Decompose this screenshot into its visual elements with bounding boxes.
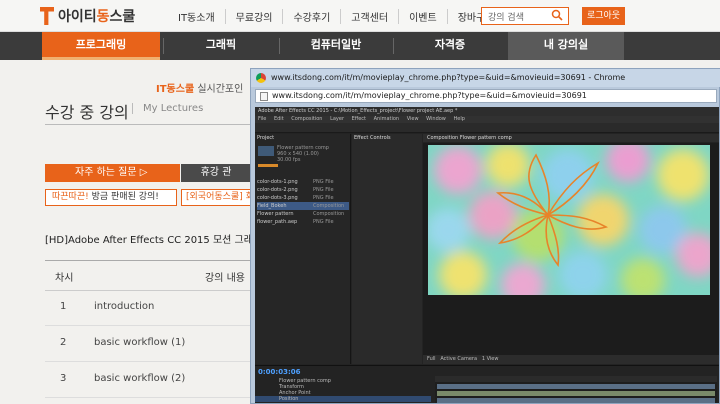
ae-project-item: Flower pattern Composition — [257, 211, 345, 217]
ae-menu-item: File — [258, 116, 267, 122]
ae-project-item: color-dots-1.png PNG File — [257, 179, 334, 185]
ae-menu-item: Edit — [273, 116, 284, 122]
ae-composition-viewer — [423, 143, 719, 355]
ae-project-list: color-dots-1.png PNG File color-dots-2.pn… — [257, 178, 349, 226]
window-title: www.itsdong.com/it/m/movieplay_chrome.ph… — [271, 73, 626, 82]
ae-composition-tab: Composition Flower pattern comp — [423, 134, 719, 142]
ae-timecode: 0:00:03:06 — [258, 368, 301, 376]
category-nav: 프로그래밍 그래픽 컴퓨터일반 자격증 내 강의실 — [0, 32, 720, 60]
page-subtitle: My Lectures — [132, 103, 203, 114]
top-menu-about[interactable]: IT동소개 — [168, 9, 225, 24]
category-graphic[interactable]: 그래픽 — [164, 32, 278, 60]
ae-effects-panel: Effect Controls — [352, 134, 422, 364]
ae-menubar: File Edit Composition Layer Effect Anima… — [255, 116, 719, 123]
ae-track-bar — [437, 398, 715, 403]
table-top-rule — [45, 260, 255, 261]
ae-project-item: flower_path.aep PNG File — [257, 219, 334, 225]
ae-effects-tab: Effect Controls — [354, 135, 391, 141]
video-frame[interactable]: Adobe After Effects CC 2015 - C:\Motion_… — [255, 107, 719, 403]
ae-viewer-controls: Full Active Camera 1 View — [423, 355, 719, 364]
column-header-content: 강의 내용 — [205, 273, 245, 284]
ae-timeline-tracks — [435, 376, 717, 403]
window-titlebar[interactable]: www.itsdong.com/it/m/movieplay_chrome.ph… — [251, 69, 720, 87]
ae-project-thumbnail — [258, 146, 274, 156]
ae-menu-item: View — [406, 116, 419, 122]
top-menu: IT동소개 무료강의 수강후기 고객센터 이벤트 장바구니 — [168, 9, 505, 24]
ae-toolbar — [255, 123, 719, 133]
lesson-number: 3 — [60, 373, 67, 384]
address-bar[interactable]: www.itsdong.com/it/m/movieplay_chrome.ph… — [255, 89, 717, 103]
logo-icon — [40, 7, 54, 25]
faq-button[interactable]: 자주 하는 질문 ▷ — [45, 164, 180, 182]
site-header: 아이티동스쿨 IT동소개 무료강의 수강후기 고객센터 이벤트 장바구니 강의 … — [0, 0, 720, 32]
ae-layer-list: Flower pattern comp Transform Anchor Poi… — [255, 378, 431, 402]
column-header-num: 차시 — [55, 273, 74, 284]
suspend-button[interactable]: 휴강 관 — [181, 164, 251, 182]
logout-button[interactable]: 로그아웃 — [582, 7, 625, 25]
top-menu-reviews[interactable]: 수강후기 — [282, 9, 340, 24]
top-menu-support[interactable]: 고객센터 — [340, 9, 398, 24]
video-player-window[interactable]: www.itsdong.com/it/m/movieplay_chrome.ph… — [250, 68, 720, 404]
ae-canvas — [428, 145, 710, 295]
ae-color-label — [258, 164, 278, 167]
ae-time-ruler — [435, 376, 717, 382]
lesson-name[interactable]: basic workflow (1) — [94, 337, 185, 348]
course-title: [HD]Adobe After Effects CC 2015 모션 그래픽의 — [45, 235, 272, 246]
ae-menu-item: Animation — [373, 116, 400, 122]
lesson-name[interactable]: introduction — [94, 301, 154, 312]
ae-menu-item: Help — [453, 116, 465, 122]
site-logo[interactable]: 아이티동스쿨 — [40, 5, 135, 27]
lesson-name[interactable]: basic workflow (2) — [94, 373, 185, 384]
ae-track-bar — [437, 391, 715, 396]
lesson-row[interactable]: 3 basic workflow (2) — [45, 363, 255, 398]
ae-menu-item: Window — [426, 116, 446, 122]
ae-project-panel: Project Flower pattern comp 960 x 540 (1… — [255, 134, 351, 364]
top-menu-free[interactable]: 무료강의 — [224, 9, 283, 24]
category-computer[interactable]: 컴퓨터일반 — [280, 32, 392, 60]
recent-sale-notice[interactable]: 따끈따끈! 방금 판매된 강의! — [45, 189, 177, 206]
ae-menu-item: Effect — [351, 116, 367, 122]
logo-text: 아이티동스쿨 — [58, 9, 136, 25]
ae-project-item: Field_Bokeh Composition — [257, 202, 349, 210]
ae-menu-item: Composition — [291, 116, 323, 122]
lesson-row[interactable]: 2 basic workflow (1) — [45, 327, 255, 362]
ae-track-bar — [437, 384, 715, 389]
ae-project-info: Flower pattern comp 960 x 540 (1.00) 30.… — [277, 145, 329, 163]
lesson-number: 2 — [60, 337, 67, 348]
ae-project-tab: Project — [257, 135, 275, 141]
lesson-row[interactable]: 1 introduction — [45, 291, 255, 326]
search-icon[interactable] — [551, 9, 563, 21]
category-programming[interactable]: 프로그래밍 — [42, 32, 160, 60]
category-my-classroom[interactable]: 내 강의실 — [508, 32, 624, 60]
ae-titlebar: Adobe After Effects CC 2015 - C:\Motion_… — [255, 107, 719, 116]
ae-menu-item: Layer — [330, 116, 345, 122]
flower-artwork — [428, 145, 710, 295]
title-divider — [45, 124, 255, 125]
banner: IT동스쿨 실시간포인 — [156, 84, 244, 95]
url-text: www.itsdong.com/it/m/movieplay_chrome.ph… — [272, 91, 587, 100]
ae-project-item: color-dots-2.png PNG File — [257, 187, 334, 193]
lesson-number: 1 — [60, 301, 67, 312]
top-menu-events[interactable]: 이벤트 — [398, 9, 447, 24]
ae-project-item: color-dots-3.png PNG File — [257, 195, 334, 201]
ae-timeline-panel: 0:00:03:06 Flower pattern comp Transform… — [255, 365, 719, 403]
screen: 아이티동스쿨 IT동소개 무료강의 수강후기 고객센터 이벤트 장바구니 강의 … — [0, 0, 720, 404]
page-icon — [260, 92, 268, 101]
category-certificate[interactable]: 자격증 — [394, 32, 506, 60]
language-school-notice[interactable]: [외국어동스쿨] 회 — [181, 189, 251, 206]
page-title: 수강 중 강의 — [45, 103, 129, 122]
chrome-icon — [256, 73, 266, 83]
ae-layer-row: Position — [255, 396, 431, 402]
